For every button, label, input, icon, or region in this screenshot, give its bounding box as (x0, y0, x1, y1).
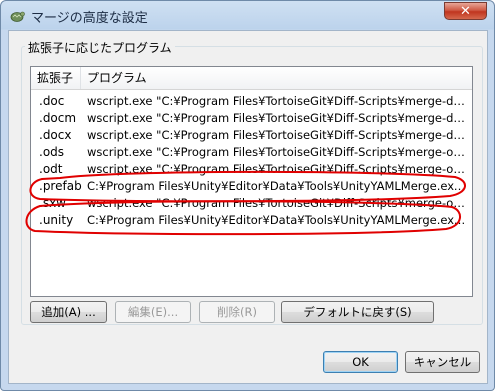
delete-button[interactable]: 削除(R) (199, 301, 275, 323)
row-extension: .doc (39, 94, 65, 108)
group-label: 拡張子に応じたプログラム (25, 39, 175, 56)
list-row-unity[interactable]: .unity C:¥Program Files¥Unity¥Editor¥Dat… (31, 212, 472, 229)
title-bar[interactable]: マージの高度な設定 ✕ (1, 1, 494, 30)
row-program: wscript.exe "C:¥Program Files¥TortoiseGi… (87, 111, 469, 125)
row-extension: .odt (39, 162, 63, 176)
row-extension: .unity (39, 213, 74, 227)
list-row-doc[interactable]: .doc wscript.exe "C:¥Program Files¥Torto… (31, 93, 472, 110)
add-button[interactable]: 追加(A) ... (30, 301, 107, 323)
row-program: C:¥Program Files¥Unity¥Editor¥Data¥Tools… (87, 213, 469, 227)
row-extension: .ods (39, 145, 65, 159)
dialog-client-area: 拡張子に応じたプログラム 拡張子 プログラム .doc wscript.exe … (8, 30, 488, 384)
tortoisegit-icon (10, 11, 25, 22)
extension-program-list[interactable]: 拡張子 プログラム .doc wscript.exe "C:¥Program F… (30, 66, 473, 297)
list-row-odt[interactable]: .odt wscript.exe "C:¥Program Files¥Torto… (31, 161, 472, 178)
close-button[interactable]: ✕ (444, 2, 487, 20)
row-program: C:¥Program Files¥Unity¥Editor¥Data¥Tools… (87, 179, 469, 193)
list-row-docm[interactable]: .docm wscript.exe "C:¥Program Files¥Tort… (31, 110, 472, 127)
dialog-window: マージの高度な設定 ✕ 拡張子に応じたプログラム 拡張子 プログラム .doc … (0, 0, 495, 391)
list-row-ods[interactable]: .ods wscript.exe "C:¥Program Files¥Torto… (31, 144, 472, 161)
row-extension: .docx (39, 128, 72, 142)
list-header: 拡張子 プログラム (31, 67, 472, 90)
window-title: マージの高度な設定 (31, 11, 148, 26)
row-program: wscript.exe "C:¥Program Files¥TortoiseGi… (87, 128, 469, 142)
column-header-extension[interactable]: 拡張子 (31, 67, 81, 89)
column-header-program[interactable]: プログラム (81, 67, 472, 89)
row-program: wscript.exe "C:¥Program Files¥TortoiseGi… (87, 196, 469, 210)
edit-button[interactable]: 編集(E)... (115, 301, 191, 323)
close-icon: ✕ (460, 3, 471, 19)
row-program: wscript.exe "C:¥Program Files¥TortoiseGi… (87, 94, 469, 108)
row-extension: .docm (39, 111, 77, 125)
cancel-button[interactable]: キャンセル (405, 351, 480, 373)
row-program: wscript.exe "C:¥Program Files¥TortoiseGi… (87, 162, 469, 176)
row-extension: .prefab (39, 179, 82, 193)
restore-default-button[interactable]: デフォルトに戻す(S) (281, 301, 434, 323)
row-extension: .sxw (39, 196, 66, 210)
ok-button[interactable]: OK (323, 351, 398, 373)
row-program: wscript.exe "C:¥Program Files¥TortoiseGi… (87, 145, 469, 159)
list-row-sxw[interactable]: .sxw wscript.exe "C:¥Program Files¥Torto… (31, 195, 472, 212)
list-row-docx[interactable]: .docx wscript.exe "C:¥Program Files¥Tort… (31, 127, 472, 144)
list-row-prefab[interactable]: .prefab C:¥Program Files¥Unity¥Editor¥Da… (31, 178, 472, 195)
